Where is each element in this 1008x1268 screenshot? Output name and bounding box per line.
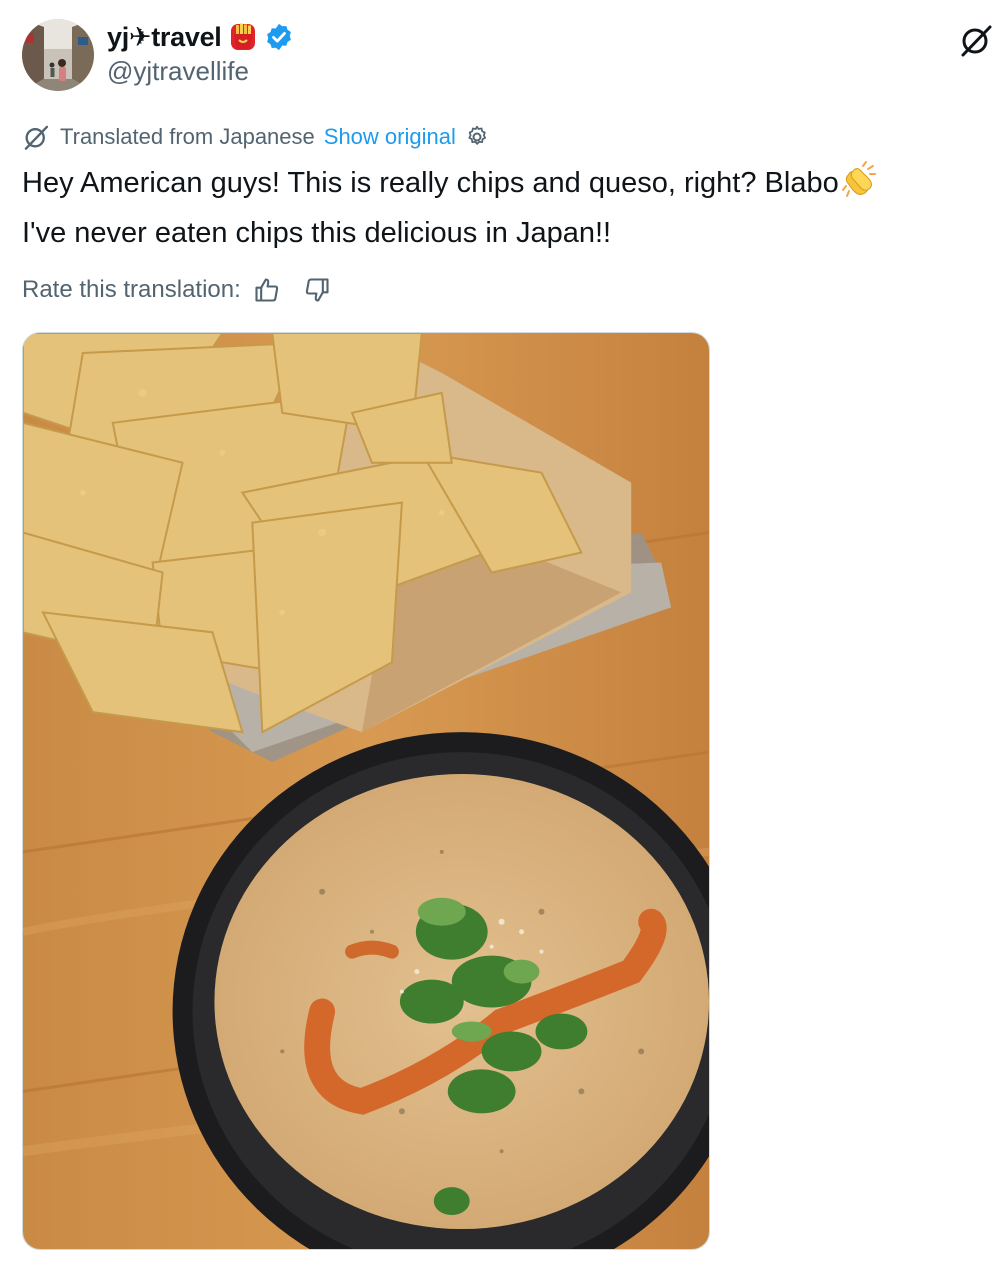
show-original-link[interactable]: Show original [324,124,456,150]
display-name[interactable]: yj✈travel [107,22,222,53]
author-handle[interactable]: @yjtravellife [107,56,249,87]
tweet-line-1: Hey American guys! This is really chips … [22,160,982,211]
verified-badge-icon[interactable] [264,22,294,52]
chips-and-queso-photo [23,333,709,1249]
gear-icon[interactable] [464,124,490,150]
translated-from-label: Translated from Japanese [60,124,315,149]
grok-translate-icon [24,125,49,150]
tweet-line-1-text: Hey American guys! This is really chips … [22,167,839,199]
author-name-row: yj✈travel [107,20,294,54]
tweet-media[interactable] [22,332,710,1250]
thumbs-up-icon[interactable] [253,276,281,304]
translation-bar: Translated from Japanese Show original [22,122,490,152]
grok-icon[interactable] [958,22,994,58]
fries-icon [230,23,255,50]
rate-translation-label: Rate this translation: [22,276,241,303]
avatar[interactable] [22,19,94,91]
street-photo-avatar [22,19,94,91]
tweet-line-2: I've never eaten chips this delicious in… [22,217,612,249]
rate-translation-row: Rate this translation: [22,272,331,308]
tweet-text: Hey American guys! This is really chips … [22,160,982,255]
thumbs-down-icon[interactable] [303,276,331,304]
clapping-hands-icon [841,160,879,211]
